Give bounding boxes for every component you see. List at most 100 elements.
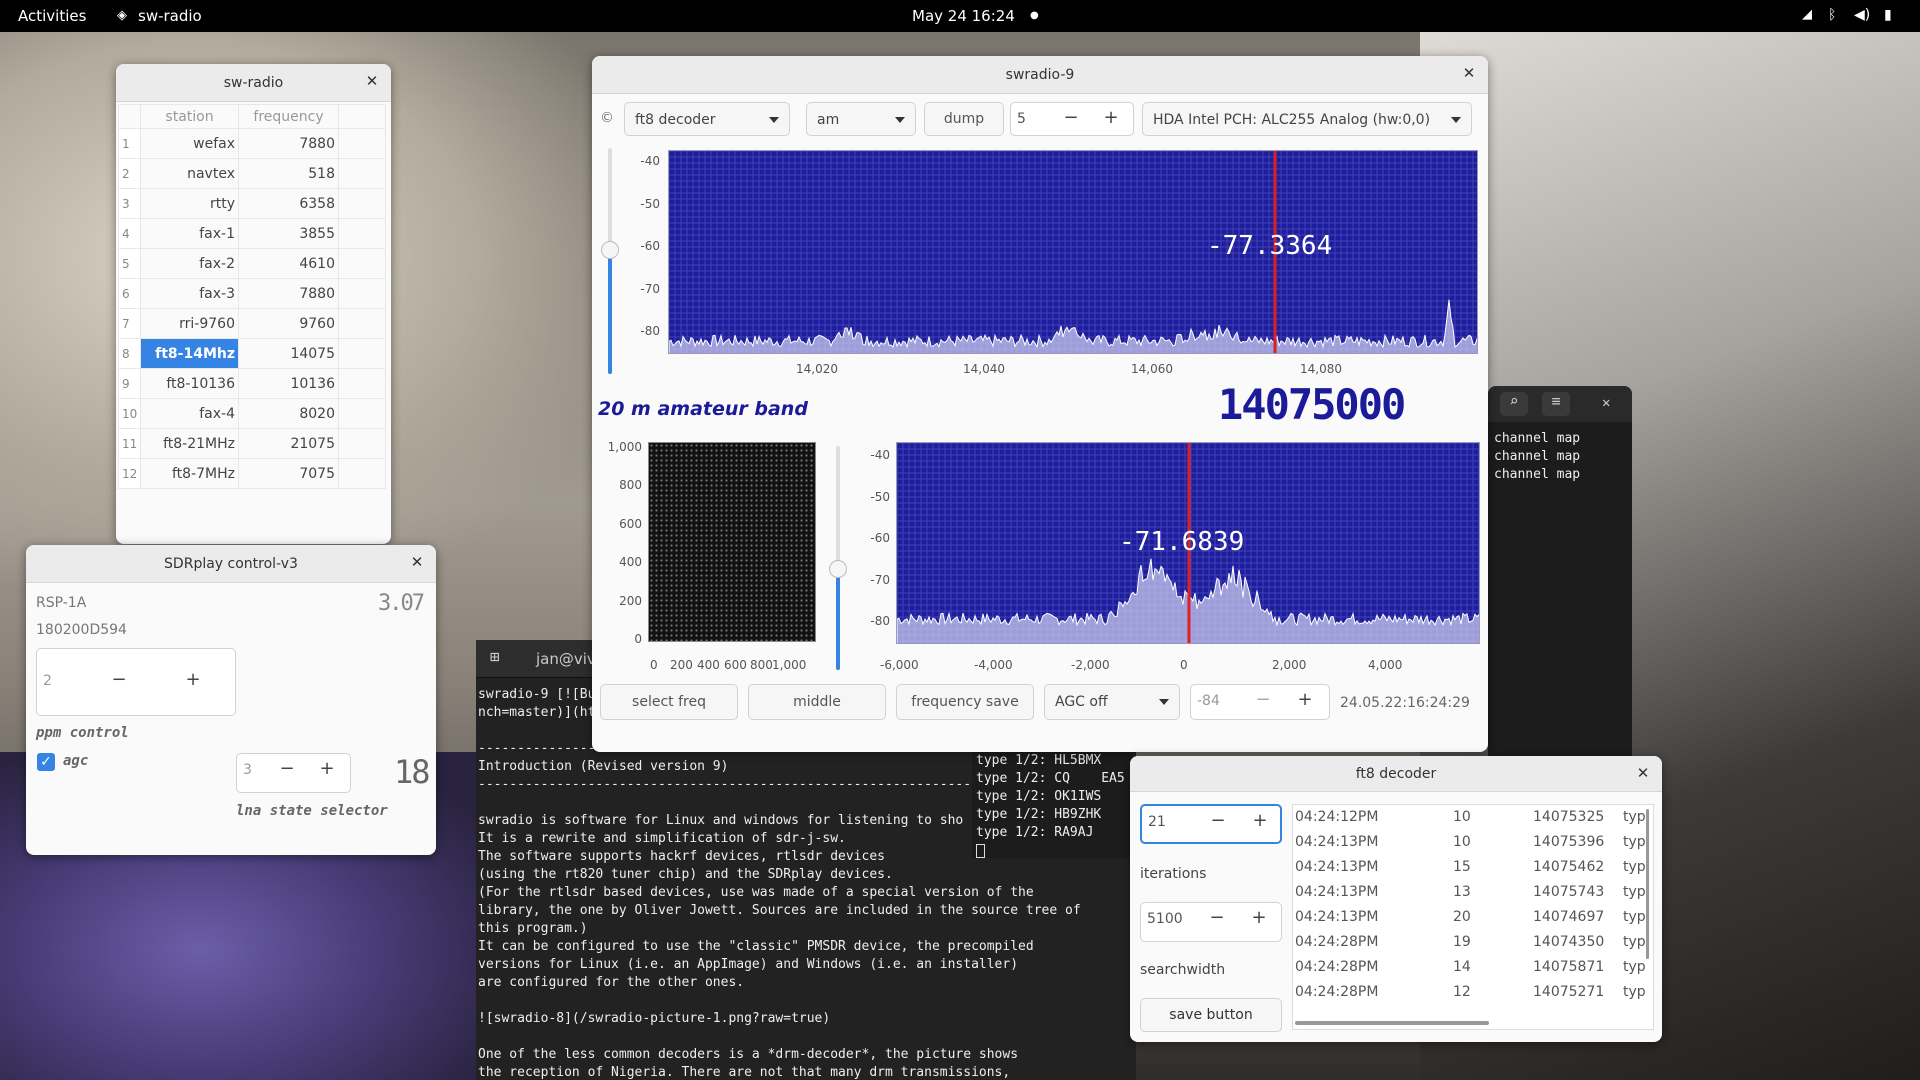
frequency-cell[interactable]: 10136	[238, 368, 339, 399]
close-icon[interactable]: ✕	[408, 553, 426, 571]
list-item[interactable]: 04:24:13PM 10 14075396 typ	[1293, 830, 1653, 855]
menu-icon[interactable]: ≡	[1542, 392, 1570, 416]
agc-value[interactable]: -84	[1197, 693, 1220, 709]
table-row[interactable]: 9 ft8-10136 10136	[118, 368, 386, 399]
station-cell[interactable]: fax-1	[140, 218, 239, 249]
frequency-cell[interactable]: 4610	[238, 248, 339, 279]
list-item[interactable]: 04:24:12PM 10 14075325 typ	[1293, 805, 1653, 830]
middle-button[interactable]: middle	[748, 684, 886, 720]
station-cell[interactable]: fax-3	[140, 278, 239, 309]
plus-icon[interactable]: +	[1250, 810, 1270, 831]
table-row[interactable]: 4 fax-1 3855	[118, 218, 386, 249]
new-tab-icon[interactable]: ⊞	[490, 648, 500, 666]
frequency-cell[interactable]: 14075	[238, 338, 339, 369]
mode-select[interactable]: am	[806, 102, 916, 136]
table-row[interactable]: 8 ft8-14Mhz 14075	[118, 338, 386, 369]
searchwidth-spinbox[interactable]: 5100 − +	[1140, 902, 1282, 942]
audio-device-select[interactable]: HDA Intel PCH: ALC255 Analog (hw:0,0)	[1142, 102, 1472, 136]
plus-icon[interactable]: +	[183, 669, 203, 690]
frequency-save-button[interactable]: frequency save	[896, 684, 1034, 720]
clock[interactable]: May 24 16:24	[912, 7, 1015, 25]
table-row[interactable]: 3 rtty 6358	[118, 188, 386, 219]
ppm-value[interactable]: 2	[43, 673, 52, 689]
list-item[interactable]: 04:24:28PM 19 14074350 typ	[1293, 930, 1653, 955]
search-icon[interactable]: ⌕	[1500, 392, 1528, 416]
station-cell[interactable]: ft8-10136	[140, 368, 239, 399]
table-row[interactable]: 10 fax-4 8020	[118, 398, 386, 429]
frequency-cell[interactable]: 8020	[238, 398, 339, 429]
minus-icon[interactable]: −	[1208, 810, 1228, 831]
frequency-cell[interactable]: 3855	[238, 218, 339, 249]
station-cell[interactable]: rtty	[140, 188, 239, 219]
table-row[interactable]: 12 ft8-7MHz 7075	[118, 458, 386, 489]
table-row[interactable]: 7 rri-9760 9760	[118, 308, 386, 339]
top-scope-slider[interactable]	[601, 148, 619, 374]
station-cell[interactable]: navtex	[140, 158, 239, 189]
col-station[interactable]: station	[140, 104, 239, 129]
plus-icon[interactable]: +	[317, 758, 337, 779]
save-button[interactable]: save button	[1140, 998, 1282, 1032]
ft8-result-list[interactable]: 04:24:12PM 10 14075325 typ 04:24:13PM 10 14075…	[1292, 804, 1654, 1030]
agc-spinbox[interactable]: -84 − +	[1190, 684, 1330, 720]
ppm-spinbox[interactable]: 2 − +	[36, 648, 236, 716]
plus-icon[interactable]: +	[1101, 107, 1121, 128]
select-freq-button[interactable]: select freq	[600, 684, 738, 720]
channel-map-output[interactable]: channel map channel map channel map	[1494, 430, 1580, 484]
station-cell[interactable]: ft8-21MHz	[140, 428, 239, 459]
minus-icon[interactable]: −	[109, 669, 129, 690]
agc-checkbox[interactable]: ✓	[37, 753, 55, 771]
slider-knob[interactable]	[829, 560, 847, 579]
close-icon[interactable]: ✕	[1634, 764, 1652, 782]
table-row[interactable]: 2 navtex 518	[118, 158, 386, 189]
table-row[interactable]: 11 ft8-21MHz 21075	[118, 428, 386, 459]
bottom-scope-slider[interactable]	[829, 446, 847, 670]
frequency-cell[interactable]: 7075	[238, 458, 339, 489]
minus-icon[interactable]: −	[1061, 107, 1081, 128]
station-cell[interactable]: fax-4	[140, 398, 239, 429]
station-cell[interactable]: wefax	[140, 128, 239, 159]
horizontal-scrollbar[interactable]	[1295, 1021, 1489, 1025]
station-cell[interactable]: fax-2	[140, 248, 239, 279]
list-item[interactable]: 04:24:28PM 14 14075871 typ	[1293, 955, 1653, 980]
station-cell[interactable]: ft8-7MHz	[140, 458, 239, 489]
station-cell[interactable]: ft8-14Mhz	[140, 338, 239, 369]
iterations-value[interactable]: 21	[1148, 814, 1166, 830]
close-icon[interactable]: ✕	[363, 72, 381, 90]
ft8-message-list[interactable]: type 1/2: HL5BMX type 1/2: CQ EA5 type 1/2…	[976, 752, 1125, 842]
top-spectrum-scope[interactable]: -77.3364	[668, 150, 1478, 354]
activities-button[interactable]: Activities	[18, 7, 86, 25]
bottom-spectrum-scope[interactable]: -71.6839	[896, 442, 1480, 644]
bluetooth-icon[interactable]: ᛒ	[1828, 7, 1836, 23]
minus-icon[interactable]: −	[277, 758, 297, 779]
main-spinbox[interactable]: 5 − +	[1010, 102, 1134, 136]
frequency-cell[interactable]: 6358	[238, 188, 339, 219]
list-item[interactable]: 04:24:13PM 15 14075462 typ	[1293, 855, 1653, 880]
frequency-cell[interactable]: 9760	[238, 308, 339, 339]
battery-icon[interactable]: ▮	[1884, 7, 1892, 23]
lna-spinbox[interactable]: 3 − +	[236, 753, 351, 793]
col-frequency[interactable]: frequency	[238, 104, 339, 129]
slider-knob[interactable]	[601, 240, 619, 259]
frequency-cell[interactable]: 7880	[238, 128, 339, 159]
list-item[interactable]: 04:24:28PM 12 14075271 typ	[1293, 980, 1653, 1005]
minus-icon[interactable]: −	[1207, 907, 1227, 928]
table-row[interactable]: 5 fax-2 4610	[118, 248, 386, 279]
decoder-select[interactable]: ft8 decoder	[624, 102, 790, 136]
searchwidth-value[interactable]: 5100	[1147, 911, 1183, 927]
station-cell[interactable]: rri-9760	[140, 308, 239, 339]
plus-icon[interactable]: +	[1295, 689, 1315, 710]
terminal-tab[interactable]: jan@viv	[536, 650, 596, 668]
table-row[interactable]: 6 fax-3 7880	[118, 278, 386, 309]
dump-button[interactable]: dump	[924, 102, 1004, 136]
minus-icon[interactable]: −	[1253, 689, 1273, 710]
frequency-cell[interactable]: 518	[238, 158, 339, 189]
iq-scope[interactable]	[648, 442, 816, 642]
table-row[interactable]: 1 wefax 7880	[118, 128, 386, 159]
close-icon[interactable]: ✕	[1460, 64, 1478, 82]
plus-icon[interactable]: +	[1249, 907, 1269, 928]
list-item[interactable]: 04:24:13PM 13 14075743 typ	[1293, 880, 1653, 905]
frequency-cell[interactable]: 21075	[238, 428, 339, 459]
agc-select[interactable]: AGC off	[1044, 684, 1180, 720]
copyright-icon[interactable]: ©	[600, 110, 614, 126]
volume-icon[interactable]: ◀)	[1854, 7, 1870, 23]
